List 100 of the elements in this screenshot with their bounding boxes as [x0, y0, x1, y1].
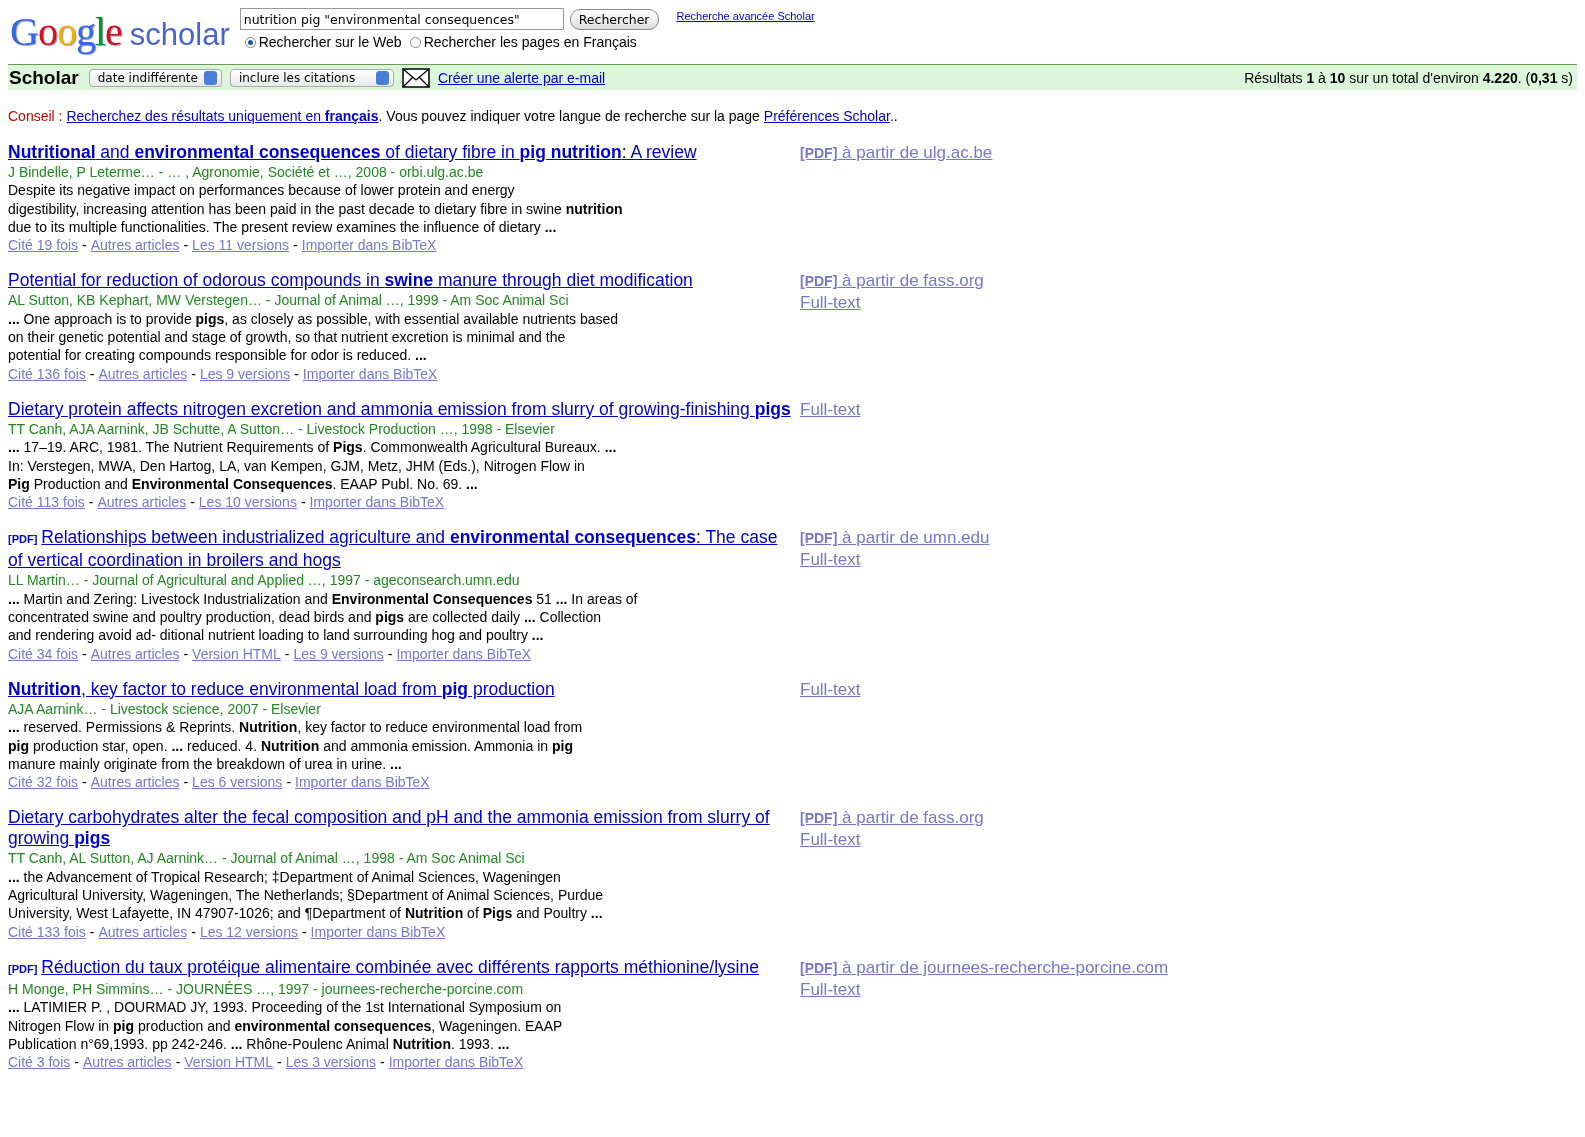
pdf-link[interactable]: [PDF] à partir de fass.org [800, 270, 984, 293]
result-link[interactable]: Les 9 versions [293, 645, 384, 662]
filter-dropdown[interactable]: date indifférente [88, 68, 222, 87]
radio-label[interactable]: Rechercher les pages en Français [423, 34, 637, 50]
result-link[interactable]: Importer dans BibTeX [295, 774, 430, 791]
results-summary: Résultats 1 à 10 sur un total d'environ 4.220. (0,31 s) [1244, 69, 1573, 86]
result-link[interactable]: Autres articles [90, 774, 180, 791]
result-link[interactable]: Version HTML [184, 1054, 273, 1071]
result-source: H Monge, PH Simmins… - JOURNÉES …, 1997 - journees-recherche-porcine.com [8, 979, 525, 999]
separator: - [294, 365, 299, 382]
tip-text: Recherchez des résultats uniquement en français. Vous pouvez indiquer votre langue de recherche sur la page Préférences Scholar.. [66, 108, 898, 124]
result-link[interactable]: Cité 133 fois [8, 923, 86, 940]
result-title[interactable]: Nutrition, key factor to reduce environmental load from pig production [8, 678, 792, 700]
result-link[interactable]: Autres articles [82, 1054, 172, 1071]
separator: - [277, 1054, 282, 1071]
radio-label[interactable]: Rechercher sur le Web [258, 34, 402, 50]
separator: - [183, 774, 189, 791]
search-button[interactable]: Rechercher [569, 8, 659, 30]
pdf-link[interactable]: [PDF] à partir de journees-recherche-porcine.com [800, 956, 1169, 979]
result-snippet: ... LATIMIER P. , DOURMAD JY, 1993. Proceeding of the 1st International Symposium on Nitrogen Flow in pig production and environmental consequences, Wageningen. EAAP Publication n°69,1993. pp 242-246. ... Rhône-Poulenc Animal Nutrition. 1993. ... [8, 998, 564, 1054]
advanced-search-link[interactable]: Recherche avancée Scholar [676, 10, 815, 22]
result-title[interactable]: Nutritional and environmental consequences of dietary fibre in pig nutrition: A review [8, 142, 792, 163]
language-link[interactable]: Recherchez des résultats uniquement en français [66, 108, 379, 124]
full-text-link[interactable]: Full-text [800, 292, 984, 314]
result-snippet: ... Martin and Zering: Livestock Industrialization and Environmental Consequences 51 ... In areas of concentrated swine and poultry production, dead birds and pigs are collected daily ... Collection and rendering avoid ad- ditional nutrient loading to land surrounding hog and poultry ... [8, 589, 639, 645]
result-title[interactable]: Dietary carbohydrates alter the fecal composition and pH and the ammonia emission from slurry of growing pigs [8, 807, 792, 850]
result-source: AL Sutton, KB Kephart, MW Verstegen… - Journal of Animal …, 1999 - Am Soc Animal Sci [8, 291, 570, 310]
result-link[interactable]: Autres articles [90, 645, 180, 662]
result-link[interactable]: Les 11 versions [192, 237, 290, 254]
full-text-link[interactable]: Full-text [800, 549, 990, 571]
search-field[interactable]: nutrition pig "environmental consequences" [239, 8, 564, 30]
result-link[interactable]: Cité 136 fois [8, 365, 86, 382]
result-link[interactable]: Importer dans BibTeX [388, 1054, 524, 1071]
separator: - [89, 365, 95, 382]
logo-suffix: scholar [129, 17, 230, 53]
pdf-link[interactable]: [PDF] à partir de fass.org [800, 807, 984, 830]
pdf-link[interactable]: [PDF] à partir de umn.edu [800, 527, 990, 550]
result-source: AJA Aarnink… - Livestock science, 2007 - Elsevier [8, 699, 322, 719]
result-link[interactable]: Cité 34 fois [8, 645, 79, 662]
full-text-link[interactable]: Full-text [800, 398, 861, 420]
separator: - [74, 1054, 79, 1071]
separator: - [89, 923, 95, 940]
result-link[interactable]: Importer dans BibTeX [309, 494, 445, 511]
separator: - [190, 494, 195, 511]
result-link[interactable]: Autres articles [98, 923, 188, 940]
separator: - [88, 494, 94, 511]
result-title[interactable]: Potential for reduction of odorous compounds in swine manure through diet modification [8, 270, 792, 292]
radio-button[interactable] [409, 36, 421, 48]
pdf-link[interactable]: [PDF] à partir de ulg.ac.be [800, 142, 993, 164]
separator: - [175, 1054, 181, 1071]
result-link[interactable]: Autres articles [98, 365, 188, 382]
result-snippet: ... the Advancement of Tropical Research; ‡Department of Animal Sciences, Wageningen Agricultural University, Wageningen, The Netherlands; §Department of Animal Sciences, Purdue University, West Lafayette, IN 47907-1026; and ¶Department of Nutrition of Pigs and Poultry ... [8, 867, 605, 923]
result-link[interactable]: Cité 32 fois [8, 774, 79, 791]
result-link[interactable]: Autres articles [90, 237, 180, 254]
full-text-link[interactable]: Full-text [800, 829, 984, 851]
result-link[interactable]: Version HTML [192, 645, 281, 662]
result-link[interactable]: Les 10 versions [198, 494, 297, 511]
result-link[interactable]: Importer dans BibTeX [396, 645, 532, 662]
full-text-link[interactable]: Full-text [800, 978, 1169, 1000]
separator: - [82, 774, 87, 791]
result-source: TT Canh, AJA Aarnink, JB Schutte, A Sutton… - Livestock Production …, 1998 - Elsevier [8, 419, 556, 439]
result-link[interactable]: Importer dans BibTeX [302, 365, 438, 382]
separator: - [387, 645, 393, 662]
result-link[interactable]: Autres articles [97, 494, 187, 511]
result-source: TT Canh, AL Sutton, AJ Aarnink… - Journal of Animal …, 1998 - Am Soc Animal Sci [8, 849, 526, 868]
separator: - [82, 237, 87, 254]
separator: - [284, 645, 290, 662]
separator: - [191, 923, 196, 940]
result-link[interactable]: Les 9 versions [199, 365, 291, 382]
result-link[interactable]: Les 3 versions [285, 1054, 376, 1071]
separator: - [183, 645, 189, 662]
result-snippet: ... One approach is to provide pigs, as closely as possible, with essential available nutrients based on their genetic potential and stage of growth, so that nutrient excretion is minimal and the potential for creating compounds responsible for odor is reduced. ... [8, 309, 620, 365]
result-title[interactable]: Dietary protein affects nitrogen excretion and ammonia emission from slurry of growing-finishing pigs [8, 398, 792, 420]
email-alert-link[interactable]: Créer une alerte par e-mail [437, 69, 606, 86]
result-snippet: ... 17–19. ARC, 1981. The Nutrient Requirements of Pigs. Commonwealth Agricultural Bureaux. ... In: Verstegen, MWA, Den Hartog, LA, van Kempen, GJM, Metz, JHM (Eds.), Nitrogen Flow in Pig Production and Environmental Consequences. EAAP Publ. No. 69. ... [8, 438, 618, 494]
result-snippet: ... reserved. Permissions & Reprints. Nutrition, key factor to reduce environmental load from pig production star, open. ... reduced. 4. Nutrition and ammonia emission. Ammonia in pig manure mainly originate from the breakdown of urea in urine. ... [8, 718, 584, 774]
result-title[interactable]: [PDF] Relationships between industrialized agriculture and environmental consequences: The case of vertical coordination in broilers and hogs [8, 527, 792, 572]
result-link[interactable]: Les 12 versions [199, 923, 298, 940]
result-link[interactable]: Cité 19 fois [8, 237, 79, 254]
result-link[interactable]: Les 6 versions [192, 774, 283, 791]
separator: - [286, 774, 292, 791]
result-source: LL Martin… - Journal of Agricultural and Applied …, 1997 - ageconsearch.umn.edu [8, 571, 521, 590]
result-snippet: Despite its negative impact on performances because of lower protein and energy digestibility, increasing attention has been paid in the past decade to dietary fibre in swine nutrition due to its multiple functionalities. The present review examines the influence of dietary ... [8, 181, 624, 237]
result-link[interactable]: Importer dans BibTeX [310, 923, 446, 940]
preferences-link[interactable]: Préférences Scholar [763, 108, 890, 124]
result-link[interactable]: Cité 3 fois [8, 1054, 71, 1071]
radio-button[interactable] [244, 36, 256, 48]
filter-dropdown[interactable]: inclure les citations [229, 68, 394, 87]
full-text-link[interactable]: Full-text [800, 678, 861, 700]
separator: - [300, 494, 306, 511]
logo[interactable]: Google [10, 8, 122, 55]
separator: - [191, 365, 196, 382]
result-title[interactable]: [PDF] Réduction du taux protéique alimentaire combinée avec différents rapports méthionine/lysine [8, 956, 792, 980]
result-link[interactable]: Importer dans BibTeX [301, 237, 437, 254]
separator: - [82, 645, 87, 662]
separator: - [293, 237, 298, 254]
separator: - [379, 1054, 385, 1071]
result-link[interactable]: Cité 113 fois [8, 494, 85, 511]
tip-label: Conseil : [8, 108, 63, 124]
separator: - [183, 237, 189, 254]
